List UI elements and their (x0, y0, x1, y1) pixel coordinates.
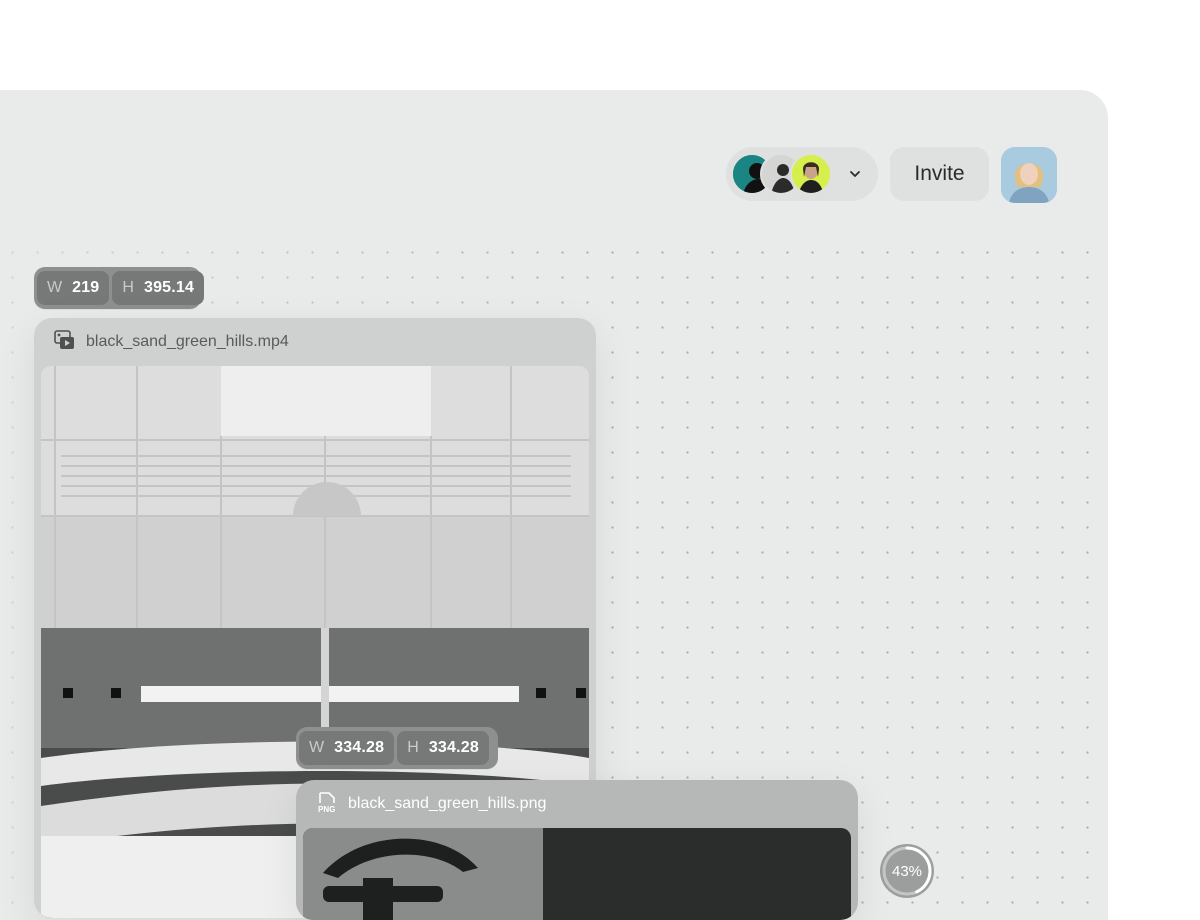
height-field: H 334.28 (397, 731, 489, 765)
height-value: 395.14 (143, 279, 195, 296)
progress-label: 43% (892, 863, 922, 880)
width-field: W 219 (37, 271, 110, 305)
chevron-down-icon[interactable] (844, 163, 866, 185)
svg-text:PNG: PNG (318, 805, 335, 813)
width-value: 219 (72, 279, 100, 296)
dimensions-badge: W 219 H 395.14 (34, 267, 205, 309)
upload-progress-ring: 43% (878, 842, 936, 900)
width-value: 334.28 (334, 739, 385, 756)
collaborator-avatar (790, 153, 832, 195)
file-name: black_sand_green_hills.mp4 (86, 333, 289, 350)
invite-button[interactable]: Invite (890, 147, 989, 201)
collaborators-dropdown[interactable] (726, 147, 878, 201)
height-field: H 395.14 (112, 271, 205, 305)
card-header: PNG black_sand_green_hills.png (296, 780, 858, 828)
user-avatar[interactable] (1001, 147, 1057, 203)
width-key: W (47, 279, 63, 296)
file-name: black_sand_green_hills.png (348, 795, 547, 812)
card-header: black_sand_green_hills.mp4 (34, 318, 596, 366)
image-card[interactable]: PNG black_sand_green_hills.png (296, 780, 858, 920)
image-preview (303, 828, 851, 920)
width-field: W 334.28 (299, 731, 395, 765)
width-key: W (309, 739, 325, 756)
height-value: 334.28 (428, 739, 479, 756)
dimensions-badge: W 334.28 H 334.28 (296, 727, 498, 769)
video-file-icon (54, 329, 76, 356)
height-key: H (407, 739, 419, 756)
height-key: H (122, 279, 134, 296)
png-file-icon: PNG (316, 791, 338, 818)
